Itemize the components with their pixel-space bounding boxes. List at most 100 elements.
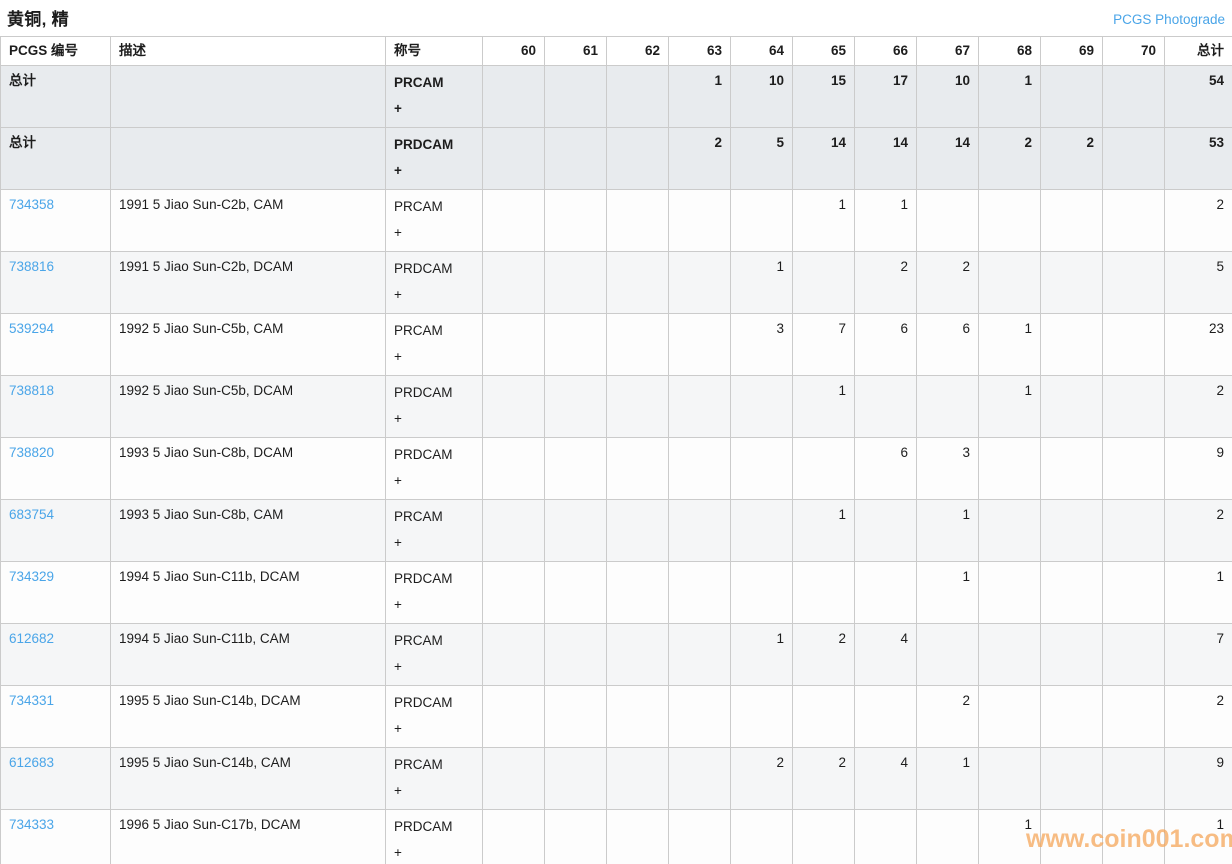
coin-row: 734333 1996 5 Jiao Sun-C17b, DCAM PRDCAM +… — [0, 809, 1232, 864]
grade-70-count-cell — [1102, 685, 1165, 748]
grade-68-count-cell — [978, 437, 1041, 500]
grade-66-count-cell: 6 — [854, 437, 917, 500]
grade-70-count-cell — [1102, 437, 1165, 500]
grade-64-count-cell — [730, 437, 793, 500]
total-count-cell: 53 — [1164, 127, 1232, 190]
column-header-grade-69: 69 — [1040, 36, 1103, 66]
designation-cell: PRDCAM + — [385, 809, 483, 864]
column-header-grade-68: 68 — [978, 36, 1041, 66]
grade-68-count-cell — [978, 685, 1041, 748]
pcgs-number-cell: 683754 — [0, 499, 111, 562]
grade-70-count-cell — [1102, 623, 1165, 686]
grade-70-count-cell — [1102, 251, 1165, 314]
coin-row: 539294 1992 5 Jiao Sun-C5b, CAM PRCAM + 3 7 6… — [0, 313, 1232, 376]
grade-60-count-cell — [482, 127, 545, 190]
grade-66-count-cell: 6 — [854, 313, 917, 376]
grade-62-count-cell — [606, 437, 669, 500]
grade-69-count-cell: 2 — [1040, 127, 1103, 190]
grade-68-count-cell — [978, 561, 1041, 624]
description-cell: 1994 5 Jiao Sun-C11b, DCAM — [110, 561, 386, 624]
grade-63-count-cell — [668, 375, 731, 438]
column-header-grade-67: 67 — [916, 36, 979, 66]
grade-61-count-cell — [544, 685, 607, 748]
grade-63-count-cell — [668, 623, 731, 686]
pcgs-number-cell: 738818 — [0, 375, 111, 438]
grade-60-count-cell — [482, 685, 545, 748]
grade-62-count-cell — [606, 499, 669, 562]
grade-61-count-cell — [544, 127, 607, 190]
pcgs-number-link[interactable]: 738818 — [9, 383, 54, 398]
grade-66-count-cell — [854, 685, 917, 748]
designation-cell: PRCAM + — [385, 189, 483, 252]
column-header-grade-62: 62 — [606, 36, 669, 66]
grade-63-count-cell — [668, 747, 731, 810]
grade-63-count-cell — [668, 809, 731, 864]
pcgs-photograde-link[interactable]: PCGS Photograde — [1113, 12, 1225, 27]
total-count-cell: 2 — [1164, 499, 1232, 562]
grade-68-count-cell: 2 — [978, 127, 1041, 190]
description-cell: 1991 5 Jiao Sun-C2b, CAM — [110, 189, 386, 252]
grade-65-count-cell — [792, 437, 855, 500]
pcgs-number-link[interactable]: 612682 — [9, 631, 54, 646]
pcgs-number-link[interactable]: 539294 — [9, 321, 54, 336]
designation-cell: PRCAM + — [385, 499, 483, 562]
grade-69-count-cell — [1040, 251, 1103, 314]
designation-cell: PRCAM + — [385, 313, 483, 376]
coin-row: 734358 1991 5 Jiao Sun-C2b, CAM PRCAM + 1 1 2 — [0, 189, 1232, 252]
total-count-cell: 9 — [1164, 747, 1232, 810]
grade-63-count-cell — [668, 251, 731, 314]
pcgs-number-link[interactable]: 738816 — [9, 259, 54, 274]
grade-60-count-cell — [482, 623, 545, 686]
pcgs-number-cell: 612682 — [0, 623, 111, 686]
description-cell: 1996 5 Jiao Sun-C17b, DCAM — [110, 809, 386, 864]
grade-67-count-cell: 6 — [916, 313, 979, 376]
grade-70-count-cell — [1102, 499, 1165, 562]
grade-60-count-cell — [482, 499, 545, 562]
total-count-cell: 9 — [1164, 437, 1232, 500]
designation-cell: PRCAM + — [385, 747, 483, 810]
page-title: 黄铜, 精 — [7, 10, 69, 29]
grade-60-count-cell — [482, 251, 545, 314]
grade-64-count-cell: 1 — [730, 623, 793, 686]
description-cell — [110, 127, 386, 190]
column-header-designation: 称号 — [385, 36, 483, 66]
designation-cell: PRDCAM + — [385, 685, 483, 748]
grade-65-count-cell: 1 — [792, 375, 855, 438]
description-cell: 1995 5 Jiao Sun-C14b, DCAM — [110, 685, 386, 748]
grade-62-count-cell — [606, 685, 669, 748]
population-report-table: PCGS 编号 描述 称号 60 61 62 63 64 65 66 67 68 69 70 总计 总计 PR… — [0, 36, 1232, 864]
grade-68-count-cell — [978, 623, 1041, 686]
grade-69-count-cell — [1040, 375, 1103, 438]
pcgs-number-link[interactable]: 738820 — [9, 445, 54, 460]
grade-69-count-cell — [1040, 561, 1103, 624]
grade-69-count-cell — [1040, 437, 1103, 500]
pcgs-number-link[interactable]: 683754 — [9, 507, 54, 522]
grade-61-count-cell — [544, 809, 607, 864]
total-count-cell: 2 — [1164, 375, 1232, 438]
coin-row: 734331 1995 5 Jiao Sun-C14b, DCAM PRDCAM +… — [0, 685, 1232, 748]
grade-65-count-cell: 2 — [792, 747, 855, 810]
pcgs-number-link[interactable]: 734331 — [9, 693, 54, 708]
total-count-cell: 5 — [1164, 251, 1232, 314]
total-count-cell: 54 — [1164, 65, 1232, 128]
grade-64-count-cell: 3 — [730, 313, 793, 376]
grade-66-count-cell: 17 — [854, 65, 917, 128]
grade-64-count-cell — [730, 499, 793, 562]
grade-70-count-cell — [1102, 189, 1165, 252]
grade-61-count-cell — [544, 313, 607, 376]
grade-61-count-cell — [544, 251, 607, 314]
grade-69-count-cell — [1040, 809, 1103, 864]
pcgs-number-link[interactable]: 612683 — [9, 755, 54, 770]
pcgs-number-link[interactable]: 734329 — [9, 569, 54, 584]
grade-65-count-cell: 1 — [792, 189, 855, 252]
grade-64-count-cell — [730, 375, 793, 438]
grade-69-count-cell — [1040, 685, 1103, 748]
column-header-pcgs-number: PCGS 编号 — [0, 36, 111, 66]
grade-69-count-cell — [1040, 623, 1103, 686]
pcgs-number-cell: 738820 — [0, 437, 111, 500]
pcgs-number-link[interactable]: 734358 — [9, 197, 54, 212]
grade-67-count-cell: 2 — [916, 685, 979, 748]
pcgs-number-cell: 539294 — [0, 313, 111, 376]
pcgs-number-link[interactable]: 734333 — [9, 817, 54, 832]
grade-65-count-cell: 14 — [792, 127, 855, 190]
